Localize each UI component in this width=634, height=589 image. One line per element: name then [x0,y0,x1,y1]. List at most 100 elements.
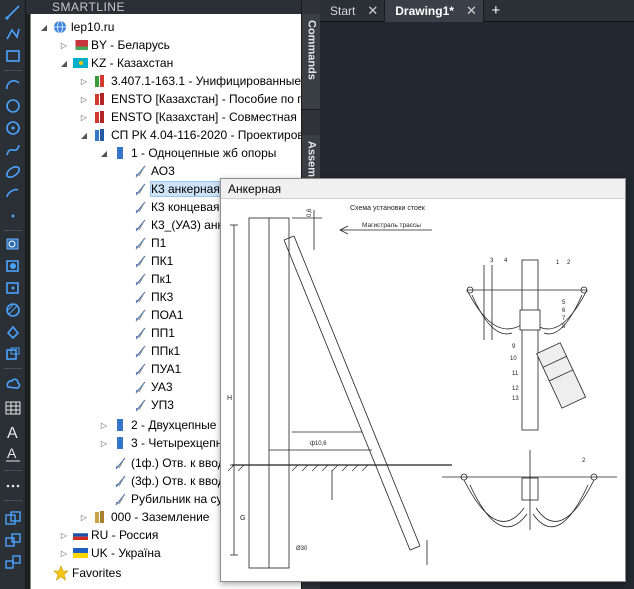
collapse-arrow-icon[interactable]: ◢ [79,130,89,140]
callout: 3 [490,258,494,264]
tree-node-ua[interactable]: ▷ UK - Україна [59,544,161,562]
gradient-tool-icon[interactable] [3,322,23,342]
tree-node-group-1[interactable]: ◢ 1 - Одноцепные жб опоры [99,144,276,162]
dim-label: 0,6 [307,208,313,217]
expand-arrow-icon[interactable]: ▷ [99,438,109,448]
tree-node-by[interactable]: ▷ BY - Беларусь [59,36,170,54]
tower-icon [132,308,148,322]
point-tool-icon[interactable] [3,206,23,226]
tree-node-group-2[interactable]: ▷ 2 - Двухцепные ж [99,416,228,434]
expand-arrow-icon[interactable]: ▷ [59,40,69,50]
collapse-arrow-icon[interactable]: ◢ [99,148,109,158]
insert-block-icon[interactable] [3,234,23,254]
ellipse-arc-icon[interactable] [3,184,23,204]
point-block-icon[interactable] [3,278,23,298]
tree-item-selected[interactable]: К3 анкерная [132,180,221,198]
tree-item[interactable]: ПК3 [132,288,173,306]
document-tab-bar: Start ✕ Drawing1* ✕ + [320,0,634,22]
tree-node-kz-1[interactable]: ▷ 3.407.1-163.1 - Унифицированные ж [79,72,301,90]
tree-node-kz-4[interactable]: ◢ СП РК 4.04-116-2020 - Проектирован [79,126,301,144]
tree-item[interactable]: (3ф.) Отв. к вводу [112,472,231,490]
tree-item[interactable]: УП3 [132,396,174,414]
tree-node-kz[interactable]: ◢ KZ - Казахстан [59,54,173,72]
region-tool-icon[interactable] [3,344,23,364]
callout: 4 [504,258,508,264]
books-green-red-icon [92,74,108,88]
callout: 11 [512,371,519,377]
make-block-icon[interactable] [3,256,23,276]
tree-node-grounding[interactable]: ▷ 000 - Заземление [79,508,210,526]
tower-icon [132,272,148,286]
svg-text:A: A [7,425,18,441]
expand-arrow-icon[interactable]: ▷ [79,112,89,122]
star-icon [53,565,69,581]
tower-icon [132,164,148,178]
dim-label: Н [227,395,232,402]
text-tool-icon[interactable]: A [3,444,23,464]
wipeout-tool-icon[interactable] [3,374,23,394]
tree-item[interactable]: ПОА1 [132,306,183,324]
expand-arrow-icon[interactable]: ▷ [79,512,89,522]
books-tan-icon [92,510,108,524]
tree-node-kz-3[interactable]: ▷ ENSTO [Казахстан] - Совместная по [79,108,301,126]
tower-icon [132,200,148,214]
callout: 8 [562,324,566,330]
array-tool-icon[interactable] [3,552,23,572]
revision-cloud-icon[interactable] [3,118,23,138]
tree-item[interactable]: ПП1 [132,324,175,342]
expand-arrow-icon[interactable]: ▷ [99,420,109,430]
table-tool-icon[interactable] [3,398,23,418]
tree-item[interactable]: П1 [132,234,166,252]
tree-item[interactable]: АО3 [132,162,175,180]
ellipse-tool-icon[interactable] [3,162,23,182]
mirror-tool-icon[interactable] [3,530,23,550]
hatch-tool-icon[interactable] [3,300,23,320]
svg-text:A: A [7,445,17,461]
tree-node-root[interactable]: ◢ lep10.ru [39,18,114,36]
expand-arrow-icon[interactable]: ▷ [79,94,89,104]
flag-by-icon [72,38,88,52]
preview-title: Анкерная [221,179,625,199]
collapse-arrow-icon[interactable]: ◢ [59,58,69,68]
tree-item[interactable]: ППк1 [132,342,180,360]
copy-tool-icon[interactable] [3,508,23,528]
circle-tool-icon[interactable] [3,96,23,116]
expand-arrow-icon[interactable]: ▷ [59,548,69,558]
more-tools-icon[interactable] [3,476,23,496]
tower-icon [132,254,148,268]
drawing-toolbar: A A [0,0,26,589]
callout: 2 [582,458,586,464]
tree-item[interactable]: (1ф.) Отв. к вводу [112,454,231,472]
panel-title: SMARTLINE [26,0,302,14]
polyline-tool-icon[interactable] [3,24,23,44]
book-blue-icon [112,436,128,450]
tree-item[interactable]: К3_(УА3) анк [132,216,223,234]
line-tool-icon[interactable] [3,2,23,22]
expand-arrow-icon[interactable]: ▷ [79,76,89,86]
new-tab-plus-icon[interactable]: + [484,0,508,21]
close-icon[interactable]: ✕ [466,3,477,19]
tower-icon [132,326,148,340]
arc-tool-icon[interactable] [3,74,23,94]
tab-drawing1[interactable]: Drawing1* ✕ [385,0,484,22]
mtext-tool-icon[interactable]: A [3,422,23,442]
tree-item[interactable]: УА3 [132,378,173,396]
rectangle-tool-icon[interactable] [3,46,23,66]
close-icon[interactable]: ✕ [367,3,378,19]
tree-node-ru[interactable]: ▷ RU - Россия [59,526,158,544]
tree-item[interactable]: Пк1 [132,270,172,288]
tree-item[interactable]: ПУА1 [132,360,181,378]
tree-node-kz-2[interactable]: ▷ ENSTO [Казахстан] - Пособие по про [79,90,301,108]
scheme-title: Схема установки стоек [350,205,426,212]
tree-item[interactable]: Рубильник на суш [112,490,232,508]
expand-arrow-icon[interactable]: ▷ [59,530,69,540]
commands-tab[interactable]: Commands [302,14,321,110]
tree-item[interactable]: К3 концевая [132,198,220,216]
tree-item[interactable]: ПК1 [132,252,173,270]
collapse-arrow-icon[interactable]: ◢ [39,22,49,32]
tree-node-favorites[interactable]: Favorites [53,564,121,582]
tower-icon [132,362,148,376]
tab-start[interactable]: Start ✕ [320,0,386,22]
tree-node-group-3[interactable]: ▷ 3 - Четырехцепны [99,434,231,452]
spline-tool-icon[interactable] [3,140,23,160]
